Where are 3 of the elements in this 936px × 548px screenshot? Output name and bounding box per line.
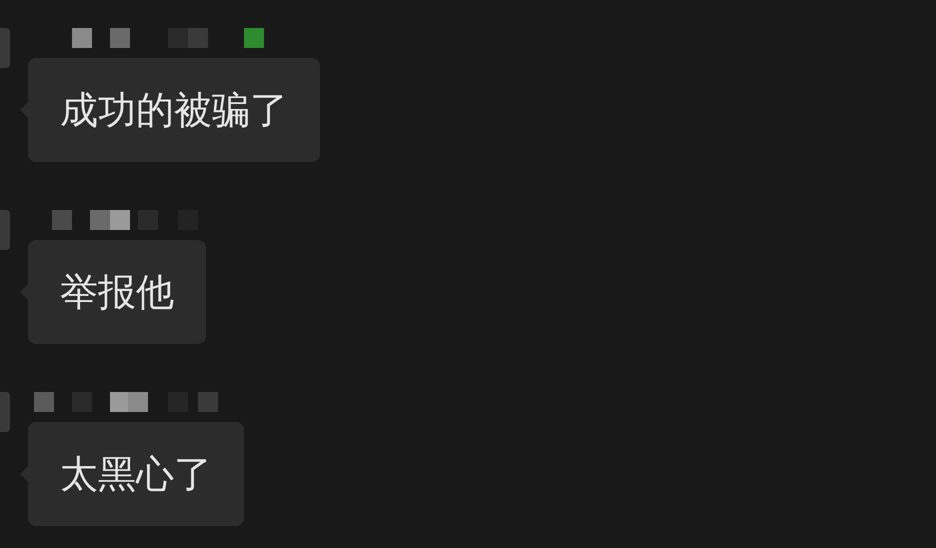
message-text: 太黑心了 (60, 452, 212, 496)
message-text: 成功的被骗了 (60, 88, 288, 132)
message-text: 举报他 (60, 270, 174, 314)
